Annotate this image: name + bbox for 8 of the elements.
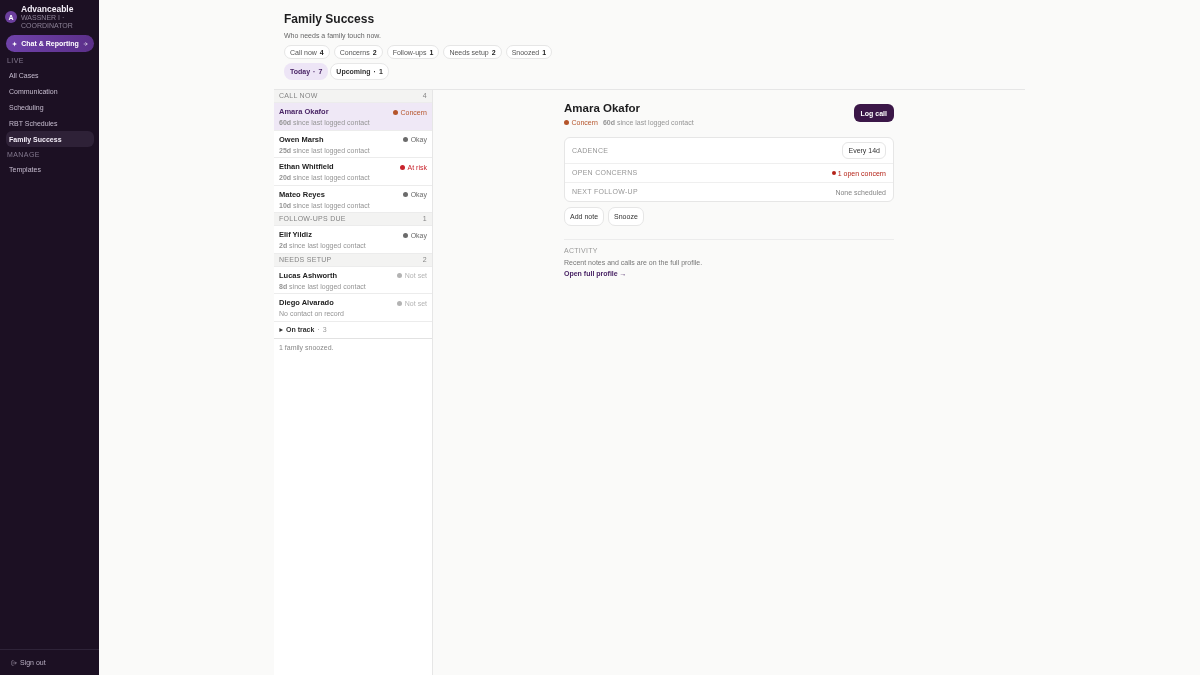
alert-dot-icon: [831, 171, 836, 175]
sign-out-icon: [11, 659, 17, 666]
family-name-heading: Amara Okafor: [564, 102, 641, 115]
caret-icon: [279, 327, 283, 332]
sparkle-icon: [12, 40, 18, 47]
arrow-right-icon: [82, 40, 88, 47]
brand-name: Advanceable: [21, 4, 75, 14]
page-title: Family Success: [284, 12, 375, 26]
